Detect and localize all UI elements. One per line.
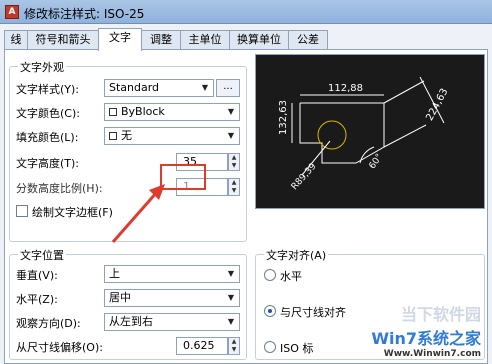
text-style-browse-button[interactable]: ...: [216, 79, 240, 97]
view-direction-dropdown[interactable]: 从左到右 ▼: [104, 313, 240, 331]
offset-spinner[interactable]: ▲ ▼: [228, 337, 240, 355]
watermark-line2: Win7系统之家: [371, 329, 481, 348]
watermark-line1: 当下软件园: [400, 305, 481, 324]
red-arrow-icon: [111, 184, 165, 243]
group-title-placement: 文字位置: [18, 247, 66, 263]
spin-up-icon: ▲: [231, 154, 237, 161]
label-vertical: 垂直(V):: [16, 269, 58, 282]
tab-lines[interactable]: 线: [4, 30, 28, 50]
label-view-direction: 观察方向(D):: [16, 317, 81, 330]
dim-top-label: 112,88: [328, 83, 363, 94]
spin-down-icon: ▼: [231, 187, 237, 194]
tab-alternate-units[interactable]: 换算单位: [229, 30, 289, 50]
fill-color-dropdown[interactable]: 无 ▼: [104, 127, 240, 145]
tab-tolerances[interactable]: 公差: [288, 30, 328, 50]
chevron-down-icon: ▼: [227, 107, 235, 116]
text-color-dropdown[interactable]: ByBlock ▼: [104, 103, 240, 121]
watermark: 当下软件园 Win7系统之家 Www.Winwin7.com: [371, 301, 481, 359]
chevron-down-icon: ▼: [227, 317, 235, 326]
text-color-value: ByBlock: [121, 105, 165, 118]
label-text-color: 文字颜色(C):: [16, 107, 80, 120]
label-draw-frame: 绘制文字边框(F): [32, 206, 113, 219]
text-style-value: Standard: [109, 81, 160, 94]
title-bar: A 修改标注样式: ISO-25: [0, 0, 492, 24]
label-fill-color: 填充颜色(L):: [16, 131, 79, 144]
fill-swatch-icon: [109, 132, 117, 140]
chevron-down-icon: ▼: [227, 293, 235, 302]
horizontal-dropdown[interactable]: 居中 ▼: [104, 289, 240, 307]
tab-primary-units[interactable]: 主单位: [180, 30, 230, 50]
spin-down-icon: ▼: [231, 346, 237, 353]
vertical-dropdown[interactable]: 上 ▼: [104, 265, 240, 283]
dimension-preview: 112,88 132,63 224,63 60° R89,39: [255, 54, 485, 209]
label-offset: 从尺寸线偏移(O):: [16, 341, 103, 354]
dim-left-label: 132,63: [278, 100, 289, 135]
group-title-appearance: 文字外观: [18, 59, 66, 75]
window-title: 修改标注样式: ISO-25: [24, 7, 145, 21]
vertical-value: 上: [109, 267, 120, 280]
group-title-alignment: 文字对齐(A): [264, 247, 329, 263]
color-swatch-icon: [109, 108, 117, 116]
tab-text[interactable]: 文字: [98, 28, 142, 51]
chevron-down-icon: ▼: [201, 83, 209, 92]
label-text-height: 文字高度(T):: [16, 157, 80, 170]
horizontal-value: 居中: [109, 291, 131, 304]
text-height-spinner[interactable]: ▲ ▼: [228, 153, 240, 171]
label-radio-iso: ISO 标: [280, 342, 314, 355]
draw-frame-checkbox[interactable]: [16, 205, 28, 217]
preview-drawing: 112,88 132,63 224,63 60° R89,39: [278, 76, 451, 192]
dim-radius-label: R89,39: [290, 161, 319, 192]
tab-fit[interactable]: 调整: [141, 30, 181, 50]
radio-iso-standard[interactable]: [264, 341, 276, 353]
view-direction-value: 从左到右: [109, 315, 153, 328]
label-horizontal: 水平(Z):: [16, 293, 58, 306]
fraction-scale-spinner[interactable]: ▲ ▼: [228, 178, 240, 196]
label-text-style: 文字样式(Y):: [16, 83, 80, 96]
group-text-placement: 文字位置 垂直(V): 上 ▼ 水平(Z): 居中 ▼ 观察方向(D): 从左到…: [9, 247, 247, 360]
text-style-dropdown[interactable]: Standard ▼: [104, 79, 214, 97]
app-icon: A: [5, 5, 19, 19]
chevron-down-icon: ▼: [227, 131, 235, 140]
spin-up-icon: ▲: [231, 179, 237, 186]
dialog-body: 线 符号和箭头 文字 调整 主单位 换算单位 公差 文字外观 文字样式(Y): …: [0, 24, 492, 364]
label-radio-horizontal: 水平: [280, 270, 302, 283]
spin-down-icon: ▼: [231, 162, 237, 169]
spin-up-icon: ▲: [231, 338, 237, 345]
radio-aligned-with-dim-line[interactable]: [264, 305, 276, 317]
chevron-down-icon: ▼: [227, 269, 235, 278]
label-fraction-scale: 分数高度比例(H):: [16, 182, 103, 195]
tab-panel-text: 文字外观 文字样式(Y): Standard ▼ ... 文字颜色(C): By…: [4, 49, 488, 364]
radio-horizontal[interactable]: [264, 269, 276, 281]
fill-color-value: 无: [121, 129, 132, 142]
label-radio-aligned: 与尺寸线对齐: [280, 306, 346, 319]
offset-input[interactable]: 0.625: [176, 337, 228, 355]
tab-symbols-arrows[interactable]: 符号和箭头: [27, 30, 99, 50]
watermark-line3: Www.Winwin7.com: [383, 349, 481, 359]
